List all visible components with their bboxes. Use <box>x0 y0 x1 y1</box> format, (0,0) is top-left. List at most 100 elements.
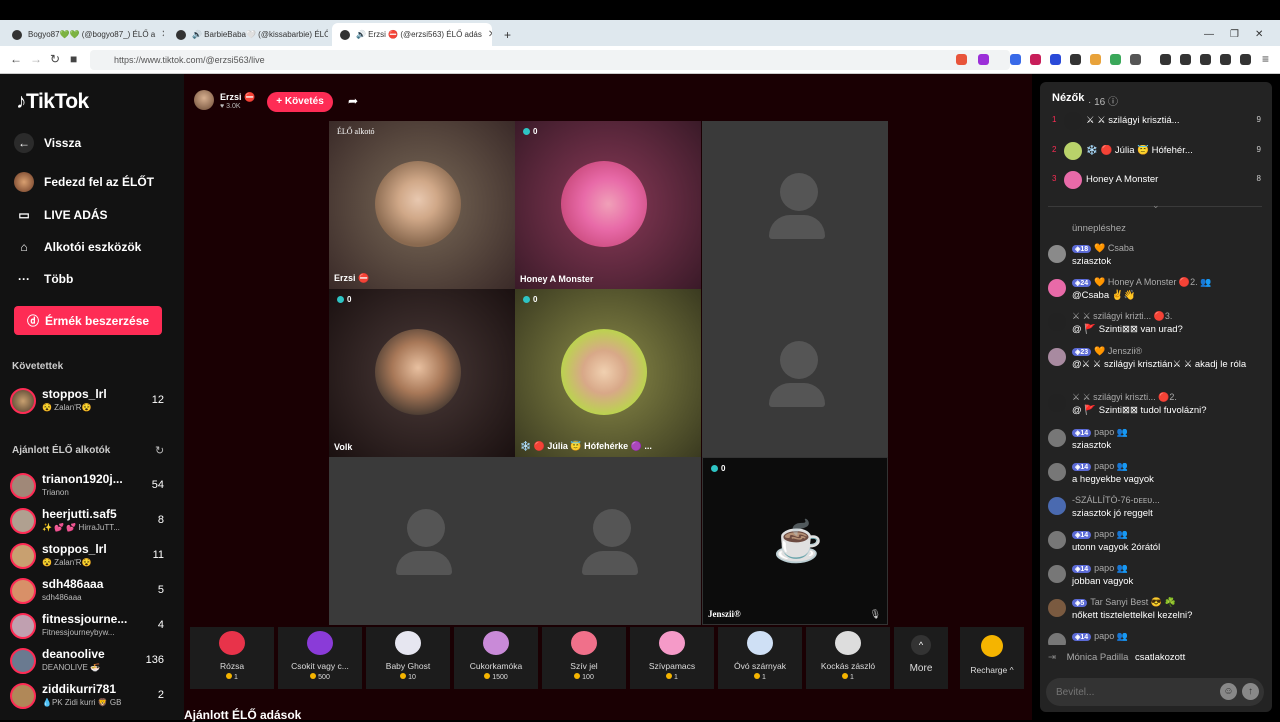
more-icon: ··· <box>18 272 30 286</box>
close-window-icon[interactable]: ✕ <box>1255 29 1263 40</box>
avatar[interactable] <box>1048 245 1066 263</box>
gift-item[interactable]: Cukorkamóka 1500 <box>454 627 538 689</box>
recommended-account[interactable]: ziddikurri781 💧PK Zidi kurri 🦁 GB 2 <box>10 681 174 711</box>
host-name[interactable]: Erzsi ⛔ <box>220 92 255 103</box>
gift-item[interactable]: Szívpamacs 1 <box>630 627 714 689</box>
music-icon[interactable] <box>1160 54 1171 65</box>
minimize-icon[interactable]: — <box>1204 29 1214 40</box>
recommended-account[interactable]: stoppos_lrl 😵 Zalan'R😵 11 <box>10 541 174 571</box>
guest-cell[interactable]: 0 ❄️ 🔴 Júlia 😇 Hófehérke 🟣 ... <box>515 289 701 457</box>
share-icon[interactable]: ➦ <box>348 94 358 108</box>
avatar[interactable] <box>1048 463 1066 481</box>
refresh-icon[interactable]: ↻ <box>155 444 164 457</box>
browser-tab[interactable]: Bogyo87💚💚 (@bogyo87_) ÉLŐ a✕ <box>4 23 164 46</box>
top-viewer[interactable]: 1 ⚔ ⚔ szilágyi krisztiá... 9 <box>1050 110 1265 134</box>
leo-icon[interactable] <box>1220 54 1231 65</box>
recommended-account[interactable]: deanoolive DEANOLIVE 🍜 136 <box>10 646 174 676</box>
extension-icon[interactable] <box>1050 54 1061 65</box>
chat-input[interactable] <box>1056 684 1216 700</box>
close-tab-icon[interactable]: ✕ <box>161 29 164 40</box>
avatar[interactable] <box>1048 599 1066 617</box>
nav-explore-live[interactable]: Fedezd fel az ÉLŐT <box>14 170 154 194</box>
gift-item[interactable]: Rózsa 1 <box>190 627 274 689</box>
restore-icon[interactable]: ❐ <box>1230 29 1239 40</box>
menu-icon[interactable]: ≡ <box>1262 52 1269 66</box>
guest-cell-audio[interactable]: 0 ☕ Jenszii® 🎙 <box>702 457 888 625</box>
top-viewer[interactable]: 3 Honey A Monster 8 <box>1050 169 1265 193</box>
gift-item[interactable]: Óvó szárnyak 1 <box>718 627 802 689</box>
recommended-account[interactable]: fitnessjourne... Fitnessjourneybyw... 4 <box>10 611 174 641</box>
avatar[interactable] <box>1048 348 1066 366</box>
gift-item[interactable]: Szív jel 100 <box>542 627 626 689</box>
avatar <box>10 648 36 674</box>
avatar[interactable] <box>1048 531 1066 549</box>
muted-mic-icon: 🎙 <box>869 609 881 619</box>
avatar[interactable] <box>1048 313 1066 331</box>
recommended-account[interactable]: sdh486aaa sdh486aaa 5 <box>10 576 174 606</box>
extension-icon[interactable] <box>1090 54 1101 65</box>
vpn-icon[interactable] <box>1240 54 1251 65</box>
browser-tab[interactable]: 🔊 BarbieBaba🤍 (@kissabarbie) ÉLŐ✕ <box>168 23 328 46</box>
extension-icon[interactable] <box>1030 54 1041 65</box>
follow-button[interactable]: + Követés <box>267 92 333 112</box>
chevron-down-icon[interactable]: ⌄ <box>1152 200 1160 211</box>
avatar[interactable] <box>1048 394 1066 412</box>
host-avatar[interactable] <box>194 90 214 110</box>
nav-live-studio[interactable]: ▭ LIVE ADÁS <box>14 203 107 227</box>
guest-cell[interactable]: 0 Volk <box>329 289 515 457</box>
sidebar-icon[interactable] <box>1180 54 1191 65</box>
tiktok-logo[interactable]: ♪TikTok <box>16 90 89 114</box>
gift-item[interactable]: Baby Ghost 10 <box>366 627 450 689</box>
avatar[interactable] <box>1048 633 1066 645</box>
empty-seat[interactable] <box>515 457 701 625</box>
candy-gift-icon <box>483 631 509 655</box>
coin-icon <box>226 673 233 679</box>
rewards-icon[interactable] <box>978 54 989 65</box>
close-tab-icon[interactable]: ✕ <box>488 29 492 40</box>
get-coins-button[interactable]: ⓓ Érmék beszerzése <box>14 306 162 335</box>
wallet-icon[interactable] <box>1200 54 1211 65</box>
empty-seat[interactable] <box>702 289 888 457</box>
extension-icon[interactable] <box>1010 54 1021 65</box>
person-placeholder-icon <box>780 341 818 379</box>
guest-cell[interactable]: 0 Honey A Monster <box>515 121 701 289</box>
emoji-icon[interactable]: ☺ <box>1220 683 1237 700</box>
coin-icon <box>981 635 1003 657</box>
new-tab-button[interactable]: + <box>496 23 516 46</box>
chevron-up-icon: ^ <box>911 635 931 655</box>
nav-creator-tools[interactable]: ⌂ Alkotói eszközök <box>14 235 141 259</box>
extension-icon[interactable] <box>1070 54 1081 65</box>
recommended-account[interactable]: trianon1920j... Trianon 54 <box>10 471 174 501</box>
gift-item[interactable]: Csokit vagy c... 500 <box>278 627 362 689</box>
back-arrow-icon[interactable]: ← <box>10 52 22 66</box>
nav-more[interactable]: ··· Több <box>14 267 73 291</box>
avatar[interactable] <box>1048 429 1066 447</box>
gift-item[interactable]: Kockás zászló 1 <box>806 627 890 689</box>
recommended-account[interactable]: heerjutti.saf5 ✨ 💕 💕 HirraJuTT... 8 <box>10 506 174 536</box>
guest-video <box>561 161 647 247</box>
explore-icon <box>14 172 34 192</box>
following-account[interactable]: stoppos_lrl 😵 Zalan'R😵 12 <box>10 386 174 416</box>
empty-seat[interactable] <box>329 457 515 625</box>
bookmark-icon[interactable]: ■ <box>70 52 77 66</box>
more-gifts-button[interactable]: ^ More <box>894 627 948 689</box>
viewers-count[interactable]: · 16 ⓘ <box>1088 93 1118 108</box>
extension-icon[interactable] <box>1110 54 1121 65</box>
empty-seat[interactable] <box>702 121 888 289</box>
coin-icon <box>842 673 849 679</box>
guest-cell-host[interactable]: ÉLŐ alkotó Erzsi ⛔ <box>329 121 515 289</box>
avatar[interactable] <box>1048 279 1066 297</box>
recharge-button[interactable]: Recharge ^ <box>960 627 1024 689</box>
browser-tab-active[interactable]: 🔊 Erzsi ⛔ (@erzsi563) ÉLŐ adás✕ <box>332 23 492 46</box>
extension-icon[interactable] <box>1130 54 1141 65</box>
brave-shield-icon[interactable] <box>956 54 967 65</box>
send-arrow-icon[interactable]: ↑ <box>1242 683 1259 700</box>
avatar[interactable] <box>1048 497 1066 515</box>
forward-arrow-icon[interactable]: → <box>30 52 42 66</box>
diamond-icon <box>337 296 344 303</box>
url-field[interactable]: https://www.tiktok.com/@erzsi563/live <box>90 50 1010 70</box>
reload-icon[interactable]: ↻ <box>50 52 60 66</box>
avatar[interactable] <box>1048 565 1066 583</box>
top-viewer[interactable]: 2 ❄️ 🔴 Júlia 😇 Hófehér... 9 <box>1050 140 1265 164</box>
back-button[interactable]: ← Vissza <box>14 131 81 155</box>
